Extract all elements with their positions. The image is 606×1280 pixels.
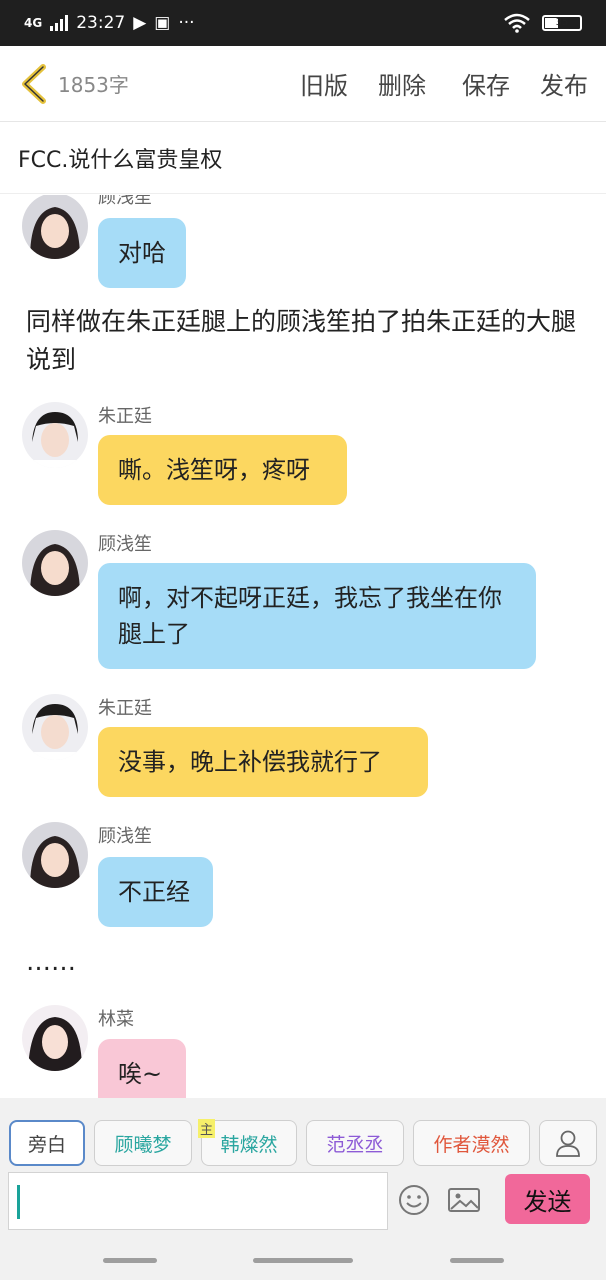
avatar bbox=[22, 402, 88, 468]
back-chevron-icon bbox=[22, 63, 46, 104]
speaker-name: 顾浅笙 bbox=[98, 534, 152, 555]
battery-level: 35 bbox=[555, 17, 569, 28]
system-nav-bar bbox=[0, 1238, 606, 1280]
role-label: 旁白 bbox=[27, 1133, 66, 1156]
avatar bbox=[22, 822, 88, 888]
word-count: 1853字 bbox=[58, 73, 129, 97]
chapter-title[interactable]: FCC.说什么富贵皇权 bbox=[0, 122, 606, 194]
more-dots: ··· bbox=[178, 13, 195, 33]
old-version-button[interactable]: 旧版 bbox=[300, 66, 348, 101]
narration-text[interactable]: …… bbox=[26, 943, 586, 981]
user-icon bbox=[556, 1130, 580, 1157]
avatar bbox=[22, 530, 88, 596]
narration-text[interactable]: 同样做在朱正廷腿上的顾浅笙拍了拍朱正廷的大腿说到 bbox=[26, 303, 586, 379]
video-icon: ▶ bbox=[133, 13, 147, 33]
speaker-name: 林菜 bbox=[98, 1009, 134, 1030]
message-bubble[interactable]: 啊，对不起呀正廷，我忘了我坐在你腿上了 bbox=[98, 563, 536, 669]
nav-back-button[interactable] bbox=[450, 1258, 504, 1263]
battery-icon: 35 bbox=[542, 15, 582, 31]
role-narrator[interactable]: 旁白 bbox=[9, 1120, 85, 1166]
role-label: 范丞丞 bbox=[326, 1133, 384, 1156]
save-button[interactable]: 保存 bbox=[462, 66, 510, 101]
network-label: 4G bbox=[24, 16, 43, 30]
speaker-name: 顾浅笙 bbox=[98, 826, 152, 847]
main-role-badge: 主 bbox=[198, 1119, 216, 1138]
avatar bbox=[22, 1005, 88, 1071]
speaker-name: 朱正廷 bbox=[98, 406, 152, 427]
message-bubble[interactable]: 嘶。浅笙呀，疼呀 bbox=[98, 435, 347, 505]
role-author[interactable]: 作者漠然 bbox=[413, 1120, 530, 1166]
signal-icon bbox=[50, 15, 69, 31]
avatar bbox=[22, 195, 88, 259]
message-bubble[interactable]: 不正经 bbox=[98, 857, 213, 927]
delete-button[interactable]: 删除 bbox=[378, 66, 426, 101]
chat-area[interactable]: 顾浅笙 对哈 同样做在朱正廷腿上的顾浅笙拍了拍朱正廷的大腿说到 朱正廷 嘶。浅笙… bbox=[0, 195, 606, 1098]
back-button[interactable] bbox=[18, 62, 52, 106]
nav-menu-button[interactable] bbox=[103, 1258, 157, 1263]
role-label: 顾曦梦 bbox=[114, 1133, 172, 1156]
image-icon[interactable] bbox=[446, 1182, 482, 1218]
message-bubble[interactable]: 没事，晚上补偿我就行了 bbox=[98, 727, 428, 797]
status-bar: 4G 23:27 ▶ ▣ ··· 35 bbox=[0, 0, 606, 46]
emoji-icon[interactable] bbox=[396, 1182, 432, 1218]
role-label: 韩燦然 bbox=[220, 1133, 278, 1156]
message-bubble[interactable]: 唉~ bbox=[98, 1039, 186, 1098]
role-label: 作者漠然 bbox=[433, 1133, 510, 1156]
role-han-canran[interactable]: 主 韩燦然 bbox=[198, 1119, 297, 1166]
wifi-icon bbox=[504, 13, 530, 33]
role-gu-ximeng[interactable]: 顾曦梦 bbox=[94, 1120, 192, 1166]
clock: 23:27 bbox=[76, 13, 126, 33]
speaker-name: 朱正廷 bbox=[98, 698, 152, 719]
role-fan-chengcheng[interactable]: 范丞丞 bbox=[306, 1120, 404, 1166]
message-bubble[interactable]: 对哈 bbox=[98, 218, 186, 288]
message-input[interactable] bbox=[8, 1172, 388, 1230]
avatar bbox=[22, 694, 88, 760]
sim-icon: ▣ bbox=[154, 13, 171, 33]
editor-header: 1853字 旧版 删除 保存 发布 bbox=[0, 46, 606, 122]
manage-roles-button[interactable] bbox=[539, 1120, 597, 1166]
text-caret bbox=[17, 1185, 20, 1219]
nav-home-button[interactable] bbox=[253, 1258, 353, 1263]
send-button[interactable]: 发送 bbox=[505, 1174, 590, 1224]
publish-button[interactable]: 发布 bbox=[540, 66, 588, 101]
speaker-name: 顾浅笙 bbox=[98, 195, 152, 208]
composer-panel: 旁白 顾曦梦 主 韩燦然 范丞丞 作者漠然 发送 bbox=[0, 1098, 606, 1238]
